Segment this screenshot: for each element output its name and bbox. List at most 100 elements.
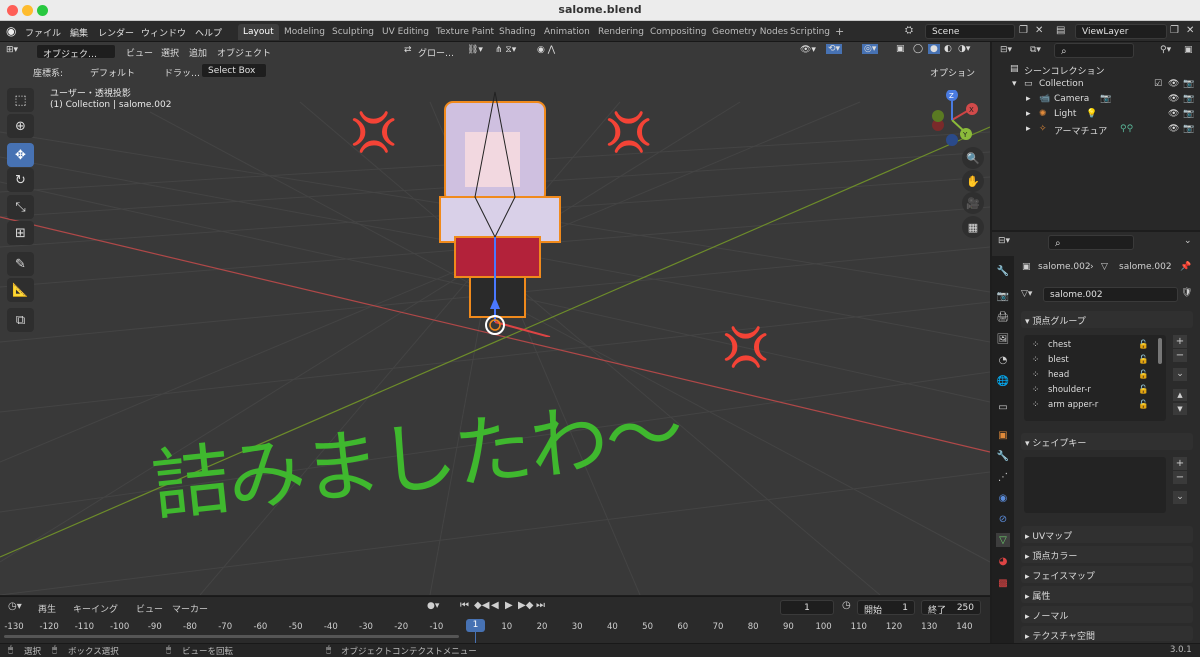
- mode-selector[interactable]: オブジェク…: [36, 44, 116, 60]
- play-icon[interactable]: ▶: [505, 600, 513, 611]
- move-up-button[interactable]: ▲: [1173, 389, 1187, 401]
- timeline-view-menu[interactable]: ビュー: [136, 602, 163, 615]
- list-item[interactable]: ⁘ head 🔓: [1028, 370, 1158, 384]
- tab-animation[interactable]: Animation: [539, 24, 595, 40]
- particles-tab-icon[interactable]: ⋰: [996, 470, 1010, 484]
- outliner-item-camera[interactable]: ▸ 📹 Camera 📷 👁 📷: [992, 92, 1200, 107]
- end-frame-field[interactable]: 終了 250: [921, 600, 981, 616]
- normals-panel-header[interactable]: ▸ ノーマル: [1021, 606, 1193, 623]
- display-mode-icon[interactable]: ⧉▾: [1030, 45, 1041, 55]
- selected-character-mesh[interactable]: [430, 87, 570, 337]
- lock-icon[interactable]: 🔓: [1138, 385, 1149, 395]
- properties-editor-icon[interactable]: ⊟▾: [998, 236, 1010, 246]
- new-collection-icon[interactable]: ▣: [1184, 45, 1193, 55]
- collection-checkbox[interactable]: ☑: [1154, 79, 1162, 89]
- pivot-icon[interactable]: ⛓▾: [467, 45, 483, 55]
- navigation-gizmo[interactable]: X Y Z: [922, 90, 982, 150]
- start-frame-field[interactable]: 開始 1: [857, 600, 915, 616]
- play-reverse-icon[interactable]: ◀: [491, 600, 499, 611]
- scene-collection-row[interactable]: ▤ シーンコレクション: [992, 62, 1200, 77]
- shape-key-list[interactable]: [1024, 457, 1166, 513]
- scale-tool[interactable]: ⤡: [7, 195, 34, 219]
- preview-range-icon[interactable]: ◷: [842, 600, 851, 611]
- physics-tab-icon[interactable]: ◉: [996, 491, 1010, 505]
- shape-key-specials-button[interactable]: ⌄: [1173, 491, 1187, 504]
- outliner-search-input[interactable]: ⌕: [1054, 43, 1134, 58]
- drag-mode-selector[interactable]: Select Box: [201, 63, 267, 78]
- list-item[interactable]: ⁘ shoulder-r 🔓: [1028, 385, 1158, 399]
- add-vertex-group-button[interactable]: +: [1173, 335, 1187, 348]
- shading-wireframe-icon[interactable]: ◯: [913, 44, 923, 54]
- menu-select[interactable]: 選択: [161, 46, 179, 59]
- lock-icon[interactable]: 🔓: [1138, 400, 1149, 410]
- shading-rendered-icon[interactable]: ◑▾: [958, 44, 970, 54]
- xray-icon[interactable]: ▣: [896, 44, 905, 54]
- menu-edit[interactable]: 編集: [70, 26, 88, 39]
- measure-tool[interactable]: 📐: [7, 278, 34, 302]
- cursor-tool[interactable]: ⊕: [7, 114, 34, 138]
- menu-window[interactable]: ウィンドウ: [141, 26, 186, 39]
- 3d-viewport[interactable]: 詰みましたわ〜 💢 💢 💢 ユーザー・透視投影 (1) Collection |…: [0, 42, 990, 595]
- visibility-icon[interactable]: 👁▾: [800, 45, 816, 55]
- vertex-group-specials-button[interactable]: ⌄: [1173, 368, 1187, 381]
- timeline-editor-icon[interactable]: ◷▾: [8, 601, 22, 612]
- world-tab-icon[interactable]: 🌐: [996, 374, 1010, 388]
- tab-modeling[interactable]: Modeling: [279, 24, 330, 40]
- list-item[interactable]: ⁘ blest 🔓: [1028, 355, 1158, 369]
- current-frame-field[interactable]: 1: [780, 600, 834, 615]
- camera-restrict-icon[interactable]: 📷: [1183, 124, 1194, 134]
- menu-object[interactable]: オブジェクト: [217, 46, 271, 59]
- gizmo-toggle-icon[interactable]: ⟲▾: [826, 44, 843, 54]
- properties-search-input[interactable]: ⌕: [1048, 235, 1134, 250]
- menu-render[interactable]: レンダー: [98, 26, 134, 39]
- filter-icon[interactable]: ⚲▾: [1160, 45, 1171, 55]
- outliner-item-light[interactable]: ▸ ✺ Light 💡 👁 📷: [992, 107, 1200, 122]
- menu-file[interactable]: ファイル: [25, 26, 61, 39]
- tab-texture-paint[interactable]: Texture Paint: [431, 24, 499, 40]
- vertex-groups-panel-header[interactable]: ▾ 頂点グループ: [1021, 311, 1193, 328]
- tab-rendering[interactable]: Rendering: [593, 24, 649, 40]
- scene-tab-icon[interactable]: ◔: [996, 353, 1010, 367]
- tab-shading[interactable]: Shading: [494, 24, 541, 40]
- tool-tab-icon[interactable]: 🔧: [996, 264, 1010, 278]
- ortho-toggle-icon[interactable]: ▦: [962, 216, 984, 238]
- snap-icon[interactable]: ⋔ ⧖▾: [495, 45, 516, 55]
- face-maps-panel-header[interactable]: ▸ フェイスマップ: [1021, 566, 1193, 583]
- modifier-tab-icon[interactable]: 🔧: [996, 449, 1010, 463]
- list-item[interactable]: ⁘ chest 🔓: [1028, 340, 1158, 354]
- add-cube-tool[interactable]: ⧉: [7, 308, 34, 332]
- pin-icon[interactable]: 📌: [1180, 262, 1191, 272]
- shading-solid-icon[interactable]: ●: [928, 44, 940, 54]
- tab-sculpting[interactable]: Sculpting: [327, 24, 379, 40]
- properties-options-icon[interactable]: ⌄: [1184, 236, 1192, 246]
- transform-tool[interactable]: ⊞: [7, 221, 34, 245]
- timeline-scrollbar[interactable]: [4, 635, 459, 638]
- camera-restrict-icon[interactable]: 📷: [1183, 79, 1194, 89]
- texture-space-panel-header[interactable]: ▸ テクスチャ空間: [1021, 626, 1193, 642]
- scene-selector[interactable]: Scene: [925, 24, 1015, 39]
- lock-icon[interactable]: 🔓: [1138, 355, 1149, 365]
- material-tab-icon[interactable]: ◕: [996, 554, 1010, 568]
- move-tool[interactable]: ✥: [7, 143, 34, 167]
- collection-row[interactable]: ▾ ▭ Collection ☑ 👁 📷: [992, 77, 1200, 92]
- new-scene-icon[interactable]: ❐: [1019, 25, 1028, 36]
- texture-tab-icon[interactable]: ▩: [996, 576, 1010, 590]
- camera-data-icon[interactable]: 📷: [1100, 94, 1111, 104]
- menu-view[interactable]: ビュー: [126, 46, 153, 59]
- delete-viewlayer-icon[interactable]: ✕: [1186, 25, 1194, 36]
- vertex-group-scrollbar[interactable]: [1158, 338, 1162, 364]
- add-shape-key-button[interactable]: +: [1173, 457, 1187, 470]
- pan-view-icon[interactable]: ✋: [962, 170, 984, 192]
- light-data-icon[interactable]: 💡: [1086, 109, 1097, 119]
- outliner-editor-icon[interactable]: ⊟▾: [1000, 45, 1012, 55]
- record-icon[interactable]: ●▾: [427, 601, 439, 611]
- shape-keys-panel-header[interactable]: ▾ シェイプキー: [1021, 433, 1193, 450]
- delete-scene-icon[interactable]: ✕: [1035, 25, 1043, 36]
- next-keyframe-icon[interactable]: ▶◆: [518, 600, 533, 611]
- editor-type-icon[interactable]: ⊞▾: [6, 45, 18, 55]
- annotate-tool[interactable]: ✎: [7, 252, 34, 276]
- tab-scripting[interactable]: Scripting: [785, 24, 835, 40]
- lock-icon[interactable]: 🔓: [1138, 370, 1149, 380]
- coord-system-selector[interactable]: デフォルト: [90, 66, 135, 79]
- vertex-colors-panel-header[interactable]: ▸ 頂点カラー: [1021, 546, 1193, 563]
